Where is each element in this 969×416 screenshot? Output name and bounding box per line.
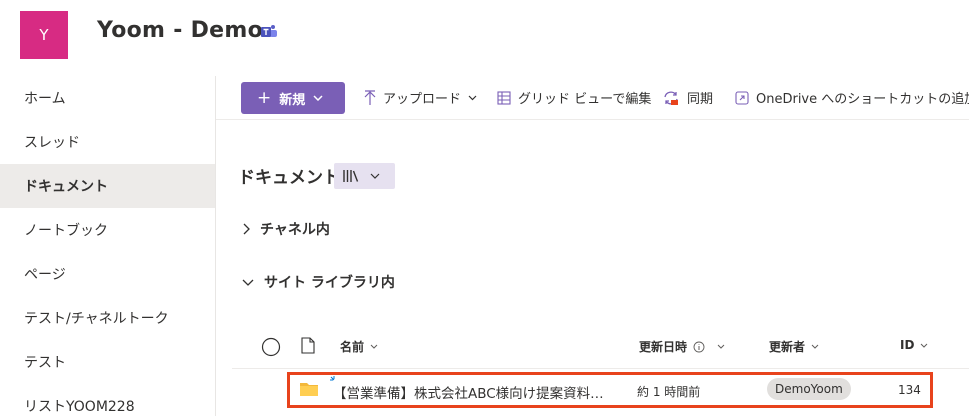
site-header: Y Yoom - Demo (0, 0, 969, 72)
nav-item-notebook[interactable]: ノートブック (0, 208, 215, 252)
list-header: 名前 更新日時 更新者 ID (232, 324, 969, 368)
column-header-name[interactable]: 名前 (340, 338, 378, 355)
chevron-down-icon (921, 343, 928, 348)
site-logo[interactable]: Y (20, 11, 68, 59)
column-modified-label: 更新日時 (639, 340, 688, 354)
shortcut-icon (735, 90, 749, 105)
view-switcher-button[interactable] (334, 163, 395, 189)
chevron-right-icon (243, 223, 250, 235)
column-header-id[interactable]: ID (900, 338, 928, 352)
plus-icon: + (257, 87, 272, 108)
sync-icon (664, 91, 678, 105)
select-all-checkbox[interactable] (261, 337, 281, 357)
chevron-down-icon (717, 344, 725, 349)
nav-item-home[interactable]: ホーム (0, 76, 215, 120)
new-button-label: 新規 (279, 92, 306, 108)
nav-item-test-channel-talk[interactable]: テスト/チャネルトーク (0, 296, 215, 340)
file-type-icon[interactable] (301, 337, 315, 354)
column-name-label: 名前 (340, 340, 365, 354)
chevron-down-icon (811, 344, 819, 349)
grid-icon (497, 90, 511, 105)
chevron-down-icon (468, 95, 477, 100)
nav-item-documents[interactable]: ドキュメント (0, 164, 215, 208)
grid-view-edit-button[interactable]: グリッド ビューで編集 (497, 88, 651, 107)
sync-button[interactable]: 同期 (662, 88, 713, 107)
onedrive-shortcut-label: OneDrive へのショートカットの追加 (756, 92, 969, 107)
page-title: ドキュメント (238, 168, 340, 188)
nav-item-test[interactable]: テスト (0, 340, 215, 384)
column-header-modified[interactable]: 更新日時 (639, 338, 725, 355)
nav-item-pages[interactable]: ページ (0, 252, 215, 296)
upload-label: アップロード (383, 92, 462, 107)
chevron-down-icon (370, 344, 378, 349)
site-title[interactable]: Yoom - Demo (97, 18, 263, 43)
sync-label: 同期 (687, 92, 714, 107)
teams-icon[interactable] (260, 24, 278, 40)
section-site-library-label: サイト ライブラリ内 (264, 275, 395, 291)
onedrive-shortcut-button[interactable]: OneDrive へのショートカットの追加 (735, 88, 969, 107)
upload-button[interactable]: アップロード (364, 88, 477, 107)
new-button[interactable]: + 新規 (241, 82, 345, 114)
chevron-down-icon (370, 173, 380, 179)
column-header-modified-by[interactable]: 更新者 (769, 338, 819, 355)
info-icon[interactable] (693, 341, 705, 353)
library-icon (343, 170, 359, 182)
column-modified-by-label: 更新者 (769, 340, 806, 354)
chevron-down-icon (242, 279, 254, 286)
section-channel[interactable]: チャネル内 (242, 219, 330, 239)
chevron-down-icon (313, 95, 323, 101)
section-site-library[interactable]: サイト ライブラリ内 (242, 272, 395, 292)
left-navigation: ホーム スレッド ドキュメント ノートブック ページ テスト/チャネルトーク テ… (0, 76, 216, 416)
command-bar: + 新規 アップロード グリッド ビューで編集 同期 OneDrive へのショ… (216, 76, 969, 120)
grid-view-edit-label: グリッド ビューで編集 (518, 92, 652, 107)
highlight-box (287, 372, 933, 408)
nav-item-list-yoom228[interactable]: リストYOOM228 (0, 384, 215, 416)
upload-icon (364, 89, 376, 105)
section-channel-label: チャネル内 (260, 222, 330, 238)
column-id-label: ID (900, 338, 915, 352)
nav-item-threads[interactable]: スレッド (0, 120, 215, 164)
